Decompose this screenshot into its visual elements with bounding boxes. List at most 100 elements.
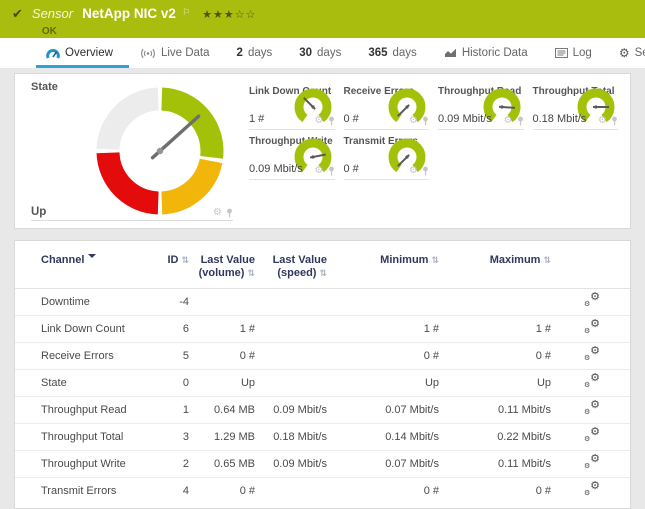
pin-icon[interactable]	[611, 116, 618, 126]
gear-icon[interactable]: ⚙	[315, 166, 324, 176]
channel-row-link-down-count: Link Down Count61 #1 #1 #⚙⚙	[15, 316, 630, 343]
sort-desc-icon	[88, 254, 96, 262]
pin-icon[interactable]	[422, 116, 429, 126]
gauge-panel-throughput-total: Throughput Total0.18 Mbit/s⚙	[533, 80, 619, 130]
tab-number: 2	[237, 47, 243, 59]
channel-settings-icon[interactable]: ⚙⚙	[584, 483, 600, 496]
sort-icon[interactable]: ⇅	[181, 256, 189, 266]
channel-row-transmit-errors: Transmit Errors40 #0 #0 #⚙⚙	[15, 478, 630, 505]
sort-icon[interactable]: ⇅	[247, 269, 255, 279]
channel-row-throughput-total: Throughput Total31.29 MB0.18 Mbit/s0.14 …	[15, 424, 630, 451]
pin-icon[interactable]	[517, 116, 524, 126]
pin-icon[interactable]	[328, 116, 335, 126]
gauge-title: State	[31, 81, 58, 93]
column-header-last-value-volume[interactable]: Last Value(volume)⇅	[189, 241, 255, 289]
channel-settings-icon[interactable]: ⚙⚙	[584, 348, 600, 361]
minimum: Up	[327, 370, 439, 397]
table-header-row: Channel ID⇅ Last Value(volume)⇅ Last Val…	[15, 241, 630, 289]
channel-settings-icon[interactable]: ⚙⚙	[584, 375, 600, 388]
maximum: 0.22 Mbit/s	[439, 424, 551, 451]
minimum: 0.14 Mbit/s	[327, 424, 439, 451]
tab-label: Settings	[635, 47, 645, 59]
tab-label: Overview	[65, 47, 113, 59]
pin-icon[interactable]	[422, 166, 429, 176]
channel-name: State	[15, 370, 143, 397]
channel-settings-icon[interactable]: ⚙⚙	[584, 402, 600, 415]
gauge-value: 0.09 Mbit/s	[249, 163, 303, 175]
channel-row-receive-errors: Receive Errors50 #0 #0 #⚙⚙	[15, 343, 630, 370]
gear-icon: ⚙	[619, 46, 630, 60]
column-header-minimum[interactable]: Minimum⇅	[327, 241, 439, 289]
gauge-value: 1 #	[249, 113, 264, 125]
sort-icon[interactable]: ⇅	[319, 269, 327, 279]
column-header-maximum[interactable]: Maximum⇅	[439, 241, 551, 289]
sort-icon[interactable]: ⇅	[543, 256, 551, 266]
last-value-volume: 0 #	[189, 478, 255, 505]
object-kind-label: Sensor	[32, 6, 73, 21]
last-value-speed	[255, 343, 327, 370]
tab-label: Live Data	[161, 47, 210, 59]
sort-icon[interactable]: ⇅	[431, 256, 439, 266]
tab-365-days[interactable]: 365days	[368, 38, 416, 68]
column-header-id[interactable]: ID⇅	[143, 241, 189, 289]
minimum	[327, 289, 439, 316]
maximum: 0 #	[439, 478, 551, 505]
gauge-value: 0 #	[344, 113, 359, 125]
maximum: 0 #	[439, 343, 551, 370]
tab-overview[interactable]: Overview	[46, 38, 113, 68]
channel-settings-icon[interactable]: ⚙⚙	[584, 321, 600, 334]
maximum: Up	[439, 370, 551, 397]
gauge-icon	[46, 48, 60, 59]
gauge-panel-throughput-read: Throughput Read0.09 Mbit/s⚙	[438, 80, 524, 130]
gauges-card: State Up ⚙ Link Down Count1 #⚙Receive Er…	[14, 73, 631, 229]
channel-settings-icon[interactable]: ⚙⚙	[584, 456, 600, 469]
channel-row-throughput-read: Throughput Read10.64 MB0.09 Mbit/s0.07 M…	[15, 397, 630, 424]
last-value-volume: Up	[189, 370, 255, 397]
priority-flag-icon[interactable]: ⚐	[182, 8, 190, 18]
last-value-volume	[189, 289, 255, 316]
sensor-overview-page: State Up ⚙ Link Down Count 1 # ⚙ Receive Er…	[0, 68, 645, 509]
channel-settings-icon[interactable]: ⚙⚙	[584, 429, 600, 442]
rating-stars[interactable]: ★★★☆☆	[202, 8, 256, 21]
tab-settings[interactable]: ⚙ Settings	[619, 38, 645, 68]
gauge-value: 0.18 Mbit/s	[533, 113, 587, 125]
state-gauge-footer: Up ⚙	[31, 206, 233, 221]
gauge-panel-link-down-count: Link Down Count1 #⚙	[249, 80, 335, 130]
pin-icon[interactable]	[226, 208, 233, 218]
gear-icon[interactable]: ⚙	[409, 116, 418, 126]
channel-settings-icon[interactable]: ⚙⚙	[584, 294, 600, 307]
gear-icon[interactable]: ⚙	[409, 166, 418, 176]
tab-live-data[interactable]: Live Data	[140, 38, 210, 68]
state-gauge	[95, 86, 225, 216]
tab-historic-data[interactable]: Historic Data	[444, 38, 528, 68]
channel-name: Throughput Write	[15, 451, 143, 478]
gear-icon[interactable]: ⚙	[315, 116, 324, 126]
tab-log[interactable]: Log	[555, 38, 592, 68]
channel-id: 5	[143, 343, 189, 370]
log-icon	[555, 48, 568, 58]
gauge-panel-throughput-write: Throughput Write0.09 Mbit/s⚙	[249, 130, 335, 180]
gear-icon[interactable]: ⚙	[598, 116, 607, 126]
last-value-volume: 1 #	[189, 316, 255, 343]
tab-label: Log	[573, 47, 592, 59]
column-header-last-value-speed[interactable]: Last Value(speed)⇅	[255, 241, 327, 289]
sensor-header: ✔ Sensor NetApp NIC v2 ⚐ ★★★☆☆ OK	[0, 0, 645, 38]
channel-id: 6	[143, 316, 189, 343]
tab-30-days[interactable]: 30days	[299, 38, 341, 68]
last-value-volume: 1.29 MB	[189, 424, 255, 451]
tab-label: days	[248, 47, 272, 59]
tab-2-days[interactable]: 2 days	[237, 38, 273, 68]
gear-icon[interactable]: ⚙	[213, 208, 222, 218]
column-header-channel[interactable]: Channel	[15, 241, 143, 289]
minimum: 1 #	[327, 316, 439, 343]
channel-id: 4	[143, 478, 189, 505]
gauge-panel-receive-errors: Receive Errors0 #⚙	[344, 80, 430, 130]
last-value-speed	[255, 289, 327, 316]
gear-icon[interactable]: ⚙	[504, 116, 513, 126]
sensor-title-line: Sensor NetApp NIC v2 ⚐ ★★★☆☆	[32, 6, 257, 23]
channel-name: Receive Errors	[15, 343, 143, 370]
state-gauge-panel: State Up ⚙	[15, 74, 243, 228]
channel-row-state: State0UpUpUp⚙⚙	[15, 370, 630, 397]
pin-icon[interactable]	[328, 166, 335, 176]
channel-name: Link Down Count	[15, 316, 143, 343]
